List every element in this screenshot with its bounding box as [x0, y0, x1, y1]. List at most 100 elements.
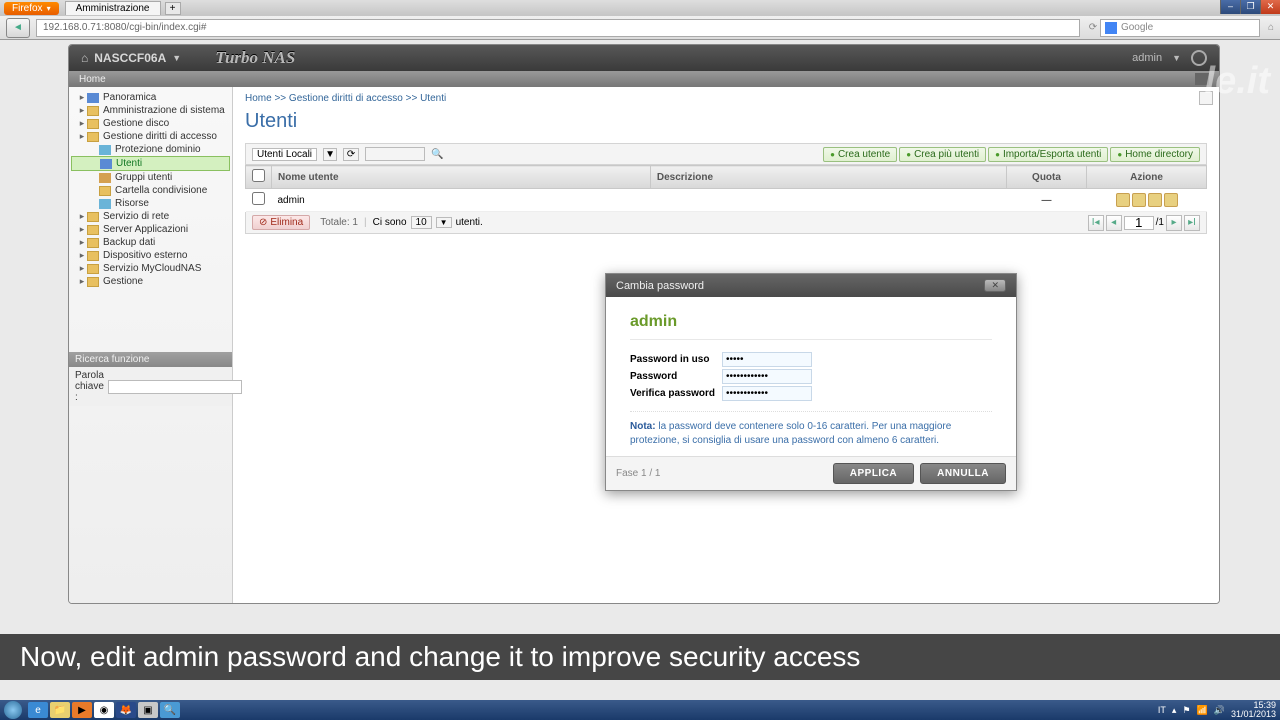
home-icon[interactable]: ⌂ [81, 51, 88, 65]
maximize-button[interactable]: ❐ [1240, 0, 1260, 14]
user-source-select[interactable]: Utenti Locali [252, 148, 317, 161]
page-next-button[interactable]: ▸ [1166, 215, 1182, 231]
sidebar-item-label: Gruppi utenti [115, 172, 172, 183]
chrome-icon[interactable]: ◉ [94, 702, 114, 718]
lang-indicator[interactable]: IT [1158, 705, 1166, 715]
sidebar-item-backup-dati[interactable]: ▸Backup dati [71, 236, 230, 249]
page-first-button[interactable]: I◂ [1088, 215, 1104, 231]
change-password-modal: Cambia password ✕ admin Password in uso … [605, 273, 1017, 491]
col-desc[interactable]: Descrizione [650, 166, 1006, 189]
sub-home[interactable]: Home [79, 74, 106, 85]
sidebar-item-utenti[interactable]: Utenti [71, 156, 230, 171]
cell-desc [650, 189, 1006, 212]
create-multi-users-button[interactable]: Crea più utenti [899, 147, 986, 162]
home-icon[interactable]: ⌂ [1268, 22, 1274, 33]
table-row[interactable]: admin — [246, 189, 1207, 212]
user-folders-icon[interactable] [1164, 193, 1178, 207]
modal-header[interactable]: Cambia password ✕ [606, 274, 1016, 297]
ie-icon[interactable]: e [28, 702, 48, 718]
row-checkbox[interactable] [252, 192, 265, 205]
home-directory-button[interactable]: Home directory [1110, 147, 1200, 162]
edit-password-icon[interactable] [1116, 193, 1130, 207]
close-button[interactable]: ✕ [1260, 0, 1280, 14]
magnifier-icon[interactable]: 🔍 [160, 702, 180, 718]
folder-icon [87, 119, 99, 129]
minimize-button[interactable]: – [1220, 0, 1240, 14]
col-action[interactable]: Azione [1087, 166, 1207, 189]
page-prev-button[interactable]: ◂ [1106, 215, 1122, 231]
firefox-menu-button[interactable]: Firefox [4, 2, 59, 15]
sidebar-item-gestione-disco[interactable]: ▸Gestione disco [71, 117, 230, 130]
page-input[interactable] [1124, 216, 1154, 230]
sidebar-item-server-applicazioni[interactable]: ▸Server Applicazioni [71, 223, 230, 236]
sidebar-item-panoramica[interactable]: ▸Panoramica [71, 91, 230, 104]
shield-icon [99, 199, 111, 209]
sidebar-item-amministrazione-di-sistema[interactable]: ▸Amministrazione di sistema [71, 104, 230, 117]
sidebar-item-gestione-diritti-di-accesso[interactable]: ▸Gestione diritti di accesso [71, 130, 230, 143]
browser-search[interactable]: Google [1100, 19, 1260, 37]
note-label: Nota: [630, 421, 656, 432]
source-dropdown-icon[interactable]: ▼ [323, 148, 337, 161]
firefox-icon[interactable]: 🦊 [116, 702, 136, 718]
new-password-input[interactable] [722, 369, 812, 384]
folder-icon [87, 132, 99, 142]
select-all-checkbox[interactable] [252, 169, 265, 182]
search-icon[interactable]: 🔍 [431, 149, 443, 160]
sidebar-item-label: Dispositivo esterno [103, 250, 187, 261]
sidebar-item-servizio-di-rete[interactable]: ▸Servizio di rete [71, 210, 230, 223]
keyword-input[interactable] [108, 380, 242, 394]
chevron-down-icon[interactable]: ▼ [1172, 53, 1181, 63]
user-groups-icon[interactable] [1148, 193, 1162, 207]
tray-up-icon[interactable]: ▴ [1172, 705, 1177, 716]
browser-tab[interactable]: Amministrazione [65, 1, 161, 15]
media-icon[interactable]: ▶ [72, 702, 92, 718]
clock[interactable]: 15:39 31/01/2013 [1231, 701, 1276, 719]
sidebar-item-label: Servizio MyCloudNAS [103, 263, 201, 274]
explorer-icon[interactable]: 📁 [50, 702, 70, 718]
apply-button[interactable]: APPLICA [833, 463, 914, 484]
refresh-icon[interactable]: ⟳ [343, 148, 359, 161]
start-button[interactable] [4, 701, 22, 719]
edit-user-icon[interactable] [1132, 193, 1146, 207]
tray-network-icon[interactable]: 📶 [1197, 705, 1208, 716]
firefox-titlebar: Firefox Amministrazione + – ❐ ✕ [0, 0, 1280, 16]
chevron-down-icon[interactable]: ▼ [172, 53, 181, 63]
per-page-select[interactable]: 10 [411, 216, 432, 229]
current-user[interactable]: admin [1132, 52, 1162, 64]
back-button[interactable]: ◄ [6, 18, 30, 38]
sidebar-item-gruppi-utenti[interactable]: Gruppi utenti [71, 171, 230, 184]
sidebar-item-gestione[interactable]: ▸Gestione [71, 275, 230, 288]
import-export-button[interactable]: Importa/Esporta utenti [988, 147, 1108, 162]
url-field[interactable]: 192.168.0.71:8080/cgi-bin/index.cgi# [36, 19, 1080, 37]
unit-label: utenti. [456, 217, 483, 228]
sidebar-item-protezione-dominio[interactable]: Protezione dominio [71, 143, 230, 156]
app-icon[interactable]: ▣ [138, 702, 158, 718]
window-controls: – ❐ ✕ [1220, 0, 1280, 14]
new-tab-button[interactable]: + [165, 2, 181, 15]
new-password-label: Password [630, 371, 722, 382]
folder-icon [99, 186, 111, 196]
sidebar-item-dispositivo-esterno[interactable]: ▸Dispositivo esterno [71, 249, 230, 262]
modal-close-button[interactable]: ✕ [984, 279, 1006, 292]
col-quota[interactable]: Quota [1007, 166, 1087, 189]
user-search-input[interactable] [365, 147, 425, 161]
delete-button[interactable]: Elimina [252, 215, 310, 230]
sidebar-item-cartella-condivisione[interactable]: Cartella condivisione [71, 184, 230, 197]
app-header: ⌂ NASCCF06A ▼ Turbo NAS admin ▼ [69, 45, 1219, 71]
old-password-input[interactable] [722, 352, 812, 367]
tray-volume-icon[interactable]: 🔊 [1214, 705, 1225, 716]
folder-icon [87, 264, 99, 274]
create-user-button[interactable]: Crea utente [823, 147, 897, 162]
tray-flag-icon[interactable]: ⚑ [1182, 705, 1190, 716]
col-name[interactable]: Nome utente [272, 166, 651, 189]
page-last-button[interactable]: ▸I [1184, 215, 1200, 231]
sidebar-item-servizio-mycloudnas[interactable]: ▸Servizio MyCloudNAS [71, 262, 230, 275]
verify-password-input[interactable] [722, 386, 812, 401]
page-title: Utenti [245, 110, 1207, 133]
cancel-button[interactable]: ANNULLA [920, 463, 1006, 484]
reload-icon[interactable]: ⟳ [1086, 22, 1100, 33]
sidebar-item-risorse[interactable]: Risorse [71, 197, 230, 210]
action-icons [1093, 193, 1201, 207]
per-dropdown-icon[interactable]: ▼ [436, 217, 452, 228]
sidebar-item-label: Risorse [115, 198, 149, 209]
